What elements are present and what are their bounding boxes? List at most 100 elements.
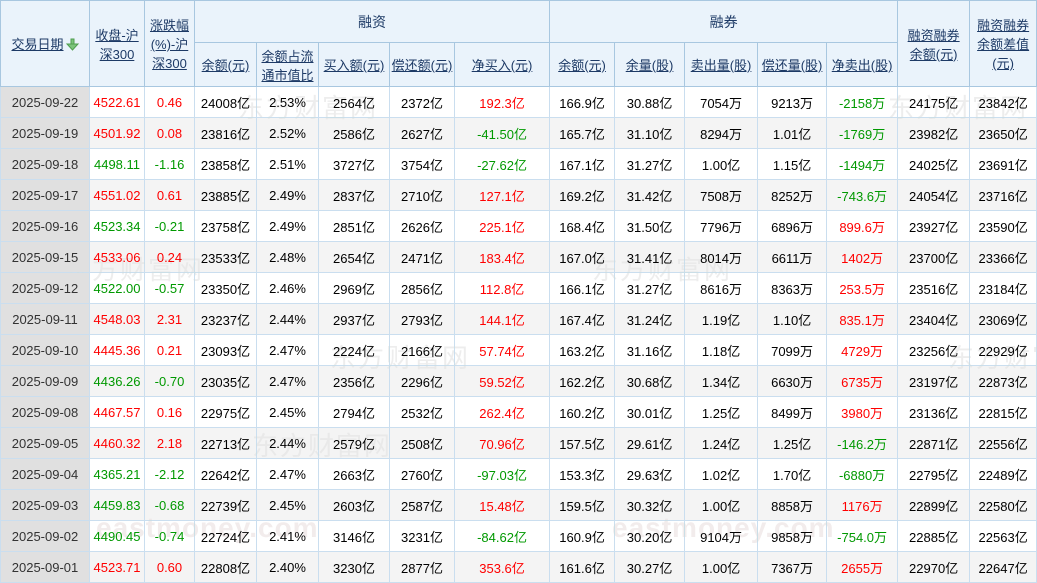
cell-close: 4551.02 [89,179,145,211]
cell-sec-sell: 1.18亿 [684,334,759,366]
cell-sec-repay: 1.10亿 [757,303,828,335]
cell-total-balance: 24025亿 [897,148,971,180]
col-header-sec-balance[interactable]: 余额(元) [549,42,616,87]
table-row: 2025-09-22 4522.61 0.46 24008亿 2.53% 2564亿 237… [0,86,1037,118]
col-header-fin-net[interactable]: 净买入(元) [453,42,551,87]
cell-change: 2.18 [144,427,195,459]
cell-sec-balance: 159.5亿 [549,489,616,521]
cell-sec-net: 253.5万 [826,272,899,304]
table-row: 2025-09-09 4436.26 -0.70 23035亿 2.47% 2356亿 22… [0,365,1037,397]
cell-sec-balance: 161.6亿 [549,551,616,583]
table-row: 2025-09-17 4551.02 0.61 23885亿 2.49% 2837亿 271… [0,179,1037,211]
cell-sec-repay: 8499万 [757,396,828,428]
cell-sec-volume: 31.16亿 [614,334,686,366]
cell-balance-diff: 23069亿 [969,303,1037,335]
cell-fin-balance: 22724亿 [194,520,257,552]
col-header-fin-ratio[interactable]: 余额占流 通市值比 [256,42,319,87]
cell-balance-diff: 23691亿 [969,148,1037,180]
cell-fin-repay: 2166亿 [389,334,455,366]
col-header-sec-sell[interactable]: 卖出量(股) [684,42,759,87]
cell-sec-net: 3980万 [826,396,899,428]
cell-sec-repay: 1.15亿 [757,148,828,180]
cell-date: 2025-09-10 [0,334,90,366]
cell-change: 2.31 [144,303,195,335]
cell-date: 2025-09-12 [0,272,90,304]
cell-sec-sell: 7796万 [684,210,759,242]
cell-fin-buy: 2851亿 [318,210,390,242]
cell-sec-net: 835.1万 [826,303,899,335]
col-header-fin-repay[interactable]: 偿还额(元) [389,42,455,87]
cell-close: 4501.92 [89,117,145,149]
col-header-sec-net[interactable]: 净卖出(股) [826,42,899,87]
cell-fin-ratio: 2.52% [256,117,319,149]
cell-fin-buy: 2224亿 [318,334,390,366]
cell-change: 0.61 [144,179,195,211]
cell-fin-buy: 2937亿 [318,303,390,335]
col-header-total-balance[interactable]: 融资融券 余额(元) [897,0,971,87]
cell-fin-buy: 2356亿 [318,365,390,397]
col-header-close[interactable]: 收盘-沪 深300 [89,0,145,87]
cell-balance-diff: 23650亿 [969,117,1037,149]
cell-change: -0.57 [144,272,195,304]
cell-total-balance: 24054亿 [897,179,971,211]
cell-date: 2025-09-08 [0,396,90,428]
cell-sec-volume: 31.10亿 [614,117,686,149]
cell-sec-sell: 1.02亿 [684,458,759,490]
cell-fin-ratio: 2.47% [256,458,319,490]
cell-total-balance: 22871亿 [897,427,971,459]
cell-fin-repay: 2532亿 [389,396,455,428]
cell-close: 4522.61 [89,86,145,118]
col-header-balance-diff[interactable]: 融资融券 余额差值 (元) [969,0,1037,87]
cell-fin-net: 144.1亿 [453,303,551,335]
cell-fin-balance: 23533亿 [194,241,257,273]
cell-sec-net: 899.6万 [826,210,899,242]
cell-change: -2.12 [144,458,195,490]
cell-change: 0.16 [144,396,195,428]
cell-sec-repay: 1.01亿 [757,117,828,149]
cell-fin-net: 15.48亿 [453,489,551,521]
table-body: 2025-09-22 4522.61 0.46 24008亿 2.53% 2564亿 237… [0,86,1037,583]
cell-sec-balance: 166.9亿 [549,86,616,118]
group-header-short-selling: 融券 [549,0,899,43]
cell-fin-ratio: 2.51% [256,148,319,180]
cell-sec-volume: 30.32亿 [614,489,686,521]
cell-total-balance: 23927亿 [897,210,971,242]
cell-sec-net: 6735万 [826,365,899,397]
col-header-date[interactable]: 交易日期 [0,0,90,87]
col-header-fin-buy[interactable]: 买入额(元) [318,42,390,87]
cell-fin-buy: 2603亿 [318,489,390,521]
cell-fin-repay: 2296亿 [389,365,455,397]
col-header-sec-volume[interactable]: 余量(股) [614,42,686,87]
cell-fin-net: 70.96亿 [453,427,551,459]
cell-date: 2025-09-09 [0,365,90,397]
cell-fin-net: -84.62亿 [453,520,551,552]
col-header-change[interactable]: 涨跌幅 (%)-沪 深300 [144,0,195,87]
cell-sec-net: 1402万 [826,241,899,273]
cell-sec-volume: 31.27亿 [614,148,686,180]
cell-date: 2025-09-15 [0,241,90,273]
cell-balance-diff: 22563亿 [969,520,1037,552]
cell-change: -0.21 [144,210,195,242]
cell-fin-balance: 22808亿 [194,551,257,583]
cell-balance-diff: 22815亿 [969,396,1037,428]
col-header-fin-balance[interactable]: 余额(元) [194,42,257,87]
cell-total-balance: 23982亿 [897,117,971,149]
table-row: 2025-09-16 4523.34 -0.21 23758亿 2.49% 2851亿 26… [0,210,1037,242]
cell-change: 0.24 [144,241,195,273]
cell-fin-balance: 23237亿 [194,303,257,335]
cell-sec-sell: 1.00亿 [684,489,759,521]
cell-sec-net: -6880万 [826,458,899,490]
cell-balance-diff: 22647亿 [969,551,1037,583]
cell-fin-repay: 2793亿 [389,303,455,335]
col-header-sec-repay[interactable]: 偿还量(股) [757,42,828,87]
cell-fin-net: 57.74亿 [453,334,551,366]
cell-fin-net: -41.50亿 [453,117,551,149]
cell-sec-volume: 30.01亿 [614,396,686,428]
cell-fin-ratio: 2.47% [256,334,319,366]
cell-fin-buy: 2794亿 [318,396,390,428]
cell-sec-net: -1494万 [826,148,899,180]
cell-sec-repay: 7367万 [757,551,828,583]
cell-sec-net: 1176万 [826,489,899,521]
cell-close: 4523.34 [89,210,145,242]
cell-date: 2025-09-02 [0,520,90,552]
